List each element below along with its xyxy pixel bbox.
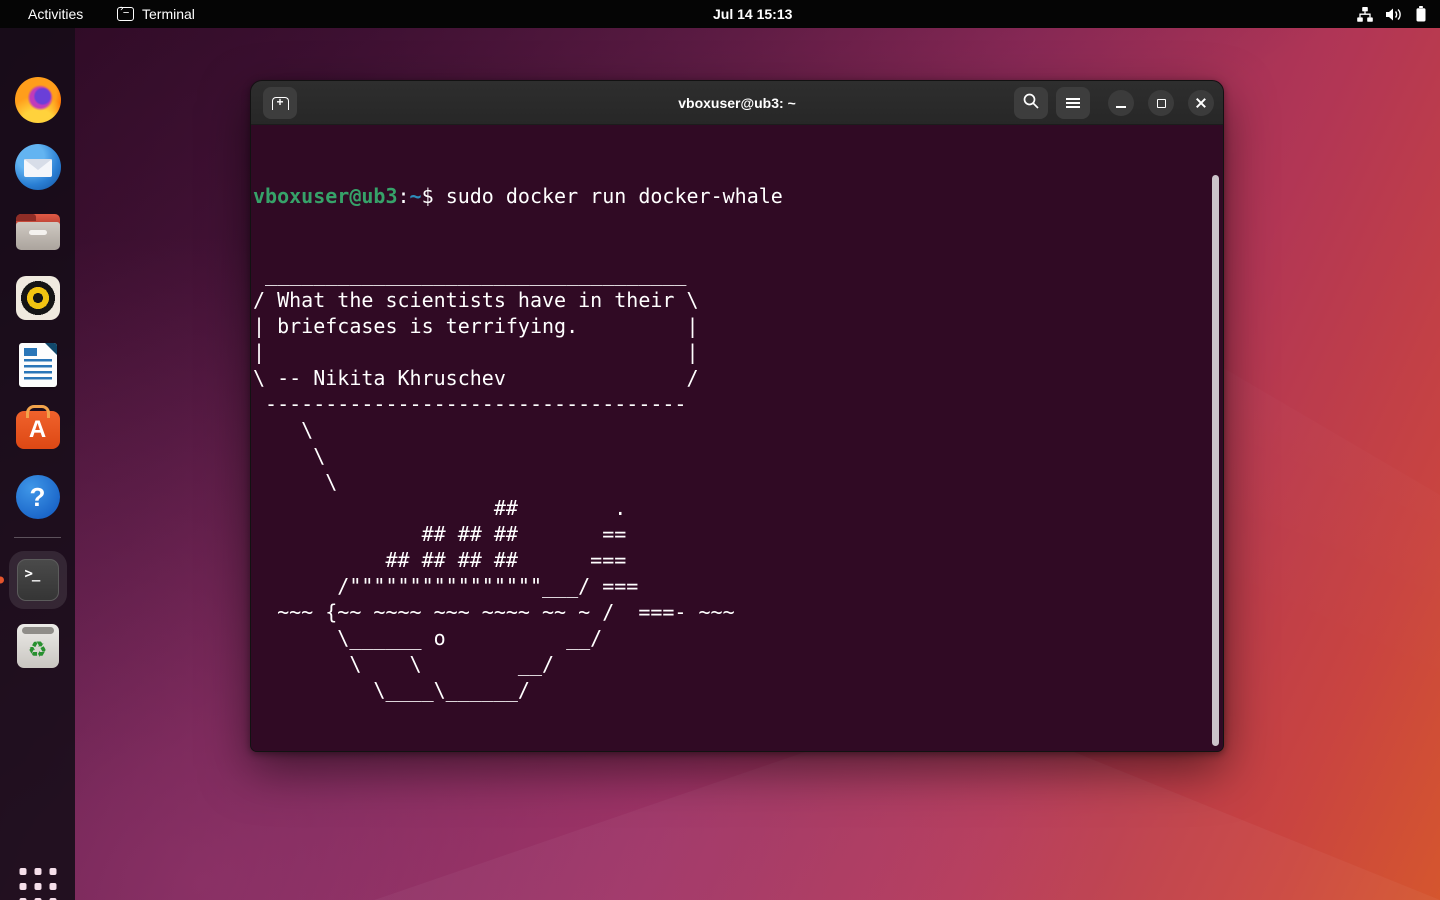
thunderbird-icon — [15, 144, 61, 190]
dock-item-rhythmbox[interactable] — [16, 276, 60, 320]
dock-item-thunderbird[interactable] — [15, 144, 61, 190]
help-icon: ? — [16, 475, 60, 519]
prompt-separator: : — [398, 184, 410, 208]
dock-item-help[interactable]: ? — [16, 475, 60, 519]
minimize-icon — [1116, 106, 1126, 108]
prompt-path: ~ — [410, 184, 422, 208]
firefox-icon — [15, 77, 61, 123]
clock[interactable]: Jul 14 15:13 — [713, 0, 792, 28]
maximize-button[interactable] — [1148, 90, 1174, 116]
dock-item-firefox[interactable] — [15, 77, 61, 123]
command-text: sudo docker run docker-whale — [446, 184, 783, 208]
dock-item-ubuntu-software[interactable]: A — [16, 405, 60, 449]
network-icon — [1357, 7, 1373, 22]
running-indicator-dot — [0, 577, 4, 584]
new-tab-icon — [272, 97, 289, 110]
minimize-button[interactable] — [1108, 90, 1134, 116]
titlebar[interactable]: vboxuser@ub3: ~ — [251, 81, 1223, 125]
search-icon — [1023, 93, 1039, 114]
desktop: Activities Terminal Jul 14 15:13 — [0, 0, 1440, 900]
close-icon — [1195, 97, 1207, 109]
hamburger-menu-icon — [1066, 98, 1080, 108]
prompt-symbol: $ — [422, 184, 446, 208]
app-menu[interactable]: Terminal — [117, 6, 195, 22]
volume-icon — [1386, 7, 1403, 22]
dock-item-trash[interactable]: ♻ — [17, 624, 59, 668]
terminal-app-icon — [117, 7, 134, 21]
prompt-user: vboxuser@ub3 — [253, 184, 398, 208]
show-apps-button[interactable] — [19, 868, 56, 900]
terminal-output: ___________________________________ / Wh… — [253, 261, 1223, 703]
dock-item-terminal-active[interactable]: >_ — [9, 551, 67, 609]
ubuntu-software-icon: A — [16, 411, 60, 449]
rhythmbox-icon — [16, 276, 60, 320]
dock-item-files[interactable] — [16, 214, 60, 250]
dock-item-libreoffice-writer[interactable] — [19, 343, 57, 387]
show-applications-icon — [19, 868, 56, 900]
terminal-window: vboxuser@ub3: ~ — [250, 80, 1224, 752]
system-status-area[interactable] — [1357, 0, 1426, 28]
files-icon — [16, 214, 60, 250]
menu-button[interactable] — [1056, 87, 1090, 119]
activities-button[interactable]: Activities — [22, 4, 89, 24]
scrollbar-thumb[interactable] — [1212, 175, 1219, 746]
terminal-body[interactable]: vboxuser@ub3:~$ sudo docker run docker-w… — [251, 125, 1223, 752]
search-button[interactable] — [1014, 87, 1048, 119]
maximize-icon — [1157, 99, 1166, 108]
close-button[interactable] — [1188, 90, 1214, 116]
command-line: vboxuser@ub3:~$ sudo docker run docker-w… — [253, 183, 1223, 209]
new-tab-button[interactable] — [263, 87, 297, 119]
terminal-icon: >_ — [17, 559, 59, 601]
dock: A ? >_ ♻ — [0, 28, 75, 900]
libreoffice-writer-icon — [19, 343, 57, 387]
trash-icon: ♻ — [17, 624, 59, 668]
app-menu-label: Terminal — [142, 6, 195, 22]
dock-separator — [14, 537, 61, 538]
window-title: vboxuser@ub3: ~ — [678, 95, 796, 111]
battery-icon — [1416, 6, 1426, 22]
top-bar: Activities Terminal Jul 14 15:13 — [0, 0, 1440, 28]
